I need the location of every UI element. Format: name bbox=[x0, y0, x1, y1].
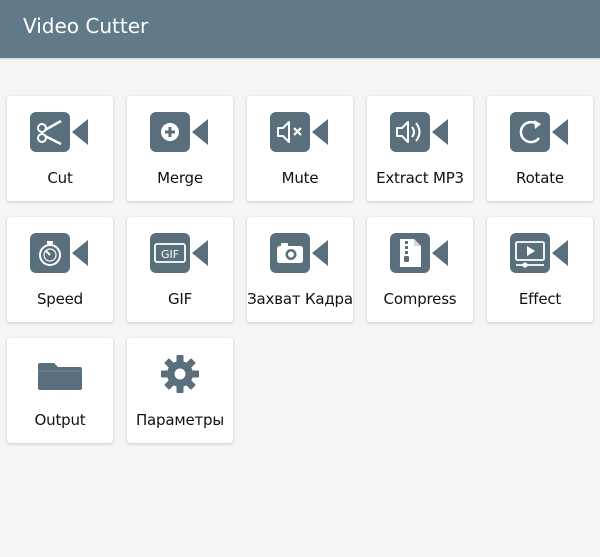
frame-capture-tile[interactable]: Захват Кадра bbox=[247, 217, 353, 322]
zip-file-camera-icon bbox=[367, 229, 473, 277]
effect-tile[interactable]: Effect bbox=[487, 217, 593, 322]
plus-camera-icon bbox=[127, 108, 233, 156]
output-label: Output bbox=[34, 411, 86, 429]
rotate-camera-icon bbox=[487, 108, 593, 156]
speaker-camera-icon bbox=[367, 108, 473, 156]
gear-icon bbox=[127, 350, 233, 398]
scissors-camera-icon bbox=[7, 108, 113, 156]
compress-tile[interactable]: Compress bbox=[367, 217, 473, 322]
cut-tile[interactable]: Cut bbox=[7, 96, 113, 201]
mute-camera-icon bbox=[247, 108, 353, 156]
cut-label: Cut bbox=[47, 169, 73, 187]
mute-label: Mute bbox=[281, 169, 319, 187]
photo-camera-icon bbox=[247, 229, 353, 277]
extract-mp3-tile[interactable]: Extract MP3 bbox=[367, 96, 473, 201]
speed-tile[interactable]: Speed bbox=[7, 217, 113, 322]
speed-label: Speed bbox=[36, 290, 84, 308]
folder-icon bbox=[7, 350, 113, 398]
mute-tile[interactable]: Mute bbox=[247, 96, 353, 201]
tools-grid: Cut Merge Mute Extract MP3 Rotate Speed … bbox=[0, 0, 600, 557]
gif-label: GIF bbox=[167, 290, 193, 308]
output-tile[interactable]: Output bbox=[7, 338, 113, 443]
gif-icon-text: GIF bbox=[161, 248, 179, 261]
compress-label: Compress bbox=[383, 290, 457, 308]
frame-capture-label: Захват Кадра bbox=[247, 290, 353, 308]
merge-tile[interactable]: Merge bbox=[127, 96, 233, 201]
effect-label: Effect bbox=[518, 290, 562, 308]
extract-mp3-label: Extract MP3 bbox=[376, 169, 464, 187]
rotate-label: Rotate bbox=[516, 169, 564, 187]
gif-tile[interactable]: GIF GIF bbox=[127, 217, 233, 322]
stopwatch-camera-icon bbox=[7, 229, 113, 277]
rotate-tile[interactable]: Rotate bbox=[487, 96, 593, 201]
settings-tile[interactable]: Параметры bbox=[127, 338, 233, 443]
effect-camera-icon bbox=[487, 229, 593, 277]
settings-label: Параметры bbox=[135, 411, 225, 429]
gif-camera-icon: GIF bbox=[127, 229, 233, 277]
merge-label: Merge bbox=[157, 169, 203, 187]
